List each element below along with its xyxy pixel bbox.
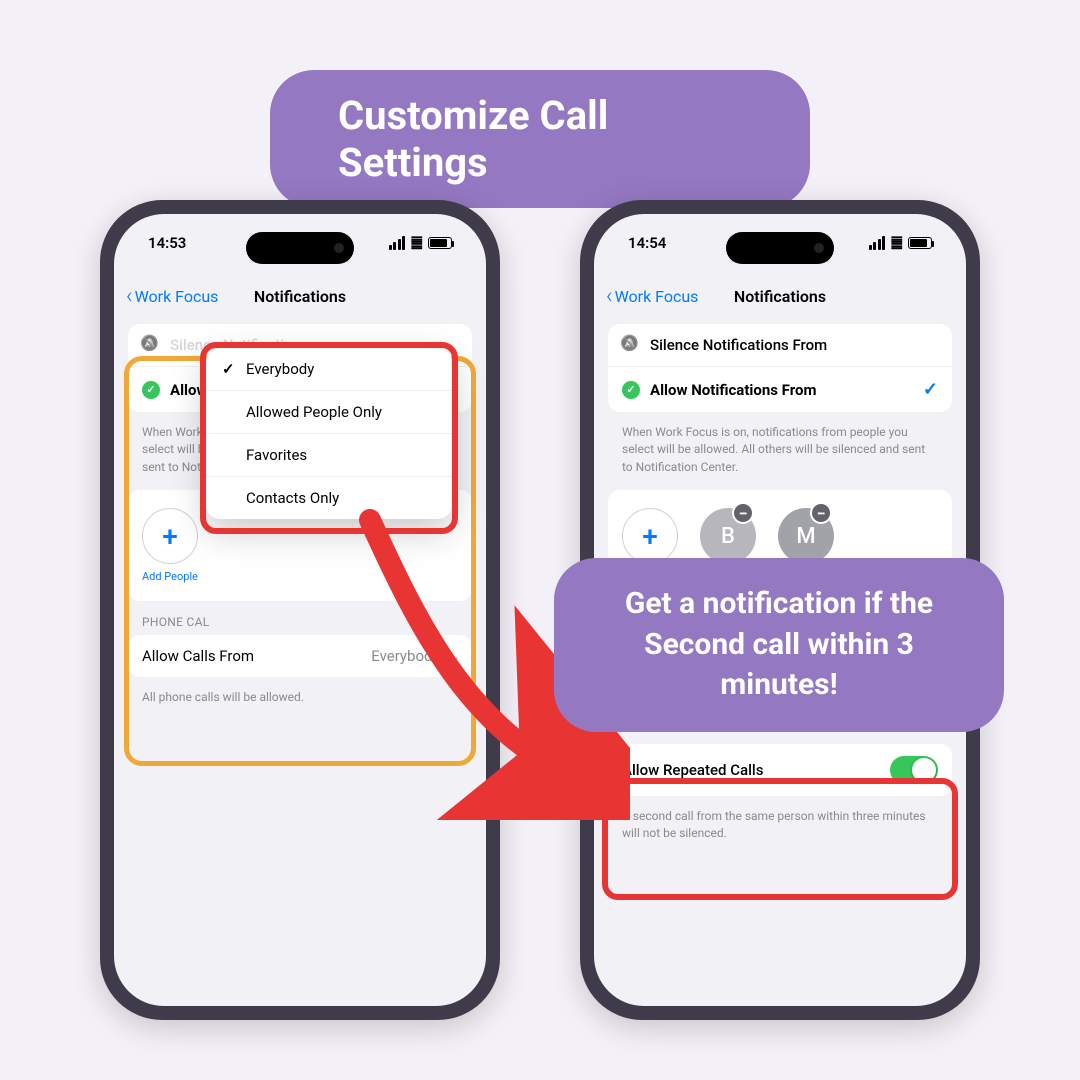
- status-bar: 14:54 ䷀: [594, 234, 966, 252]
- allow-calls-value: Everybody ⌃⌄: [371, 647, 458, 665]
- back-label: Work Focus: [135, 287, 219, 306]
- popup-label: Favorites: [246, 446, 307, 464]
- allow-calls-card: Allow Calls From Everybody ⌃⌄: [128, 635, 472, 677]
- popup-option-contacts[interactable]: Contacts Only: [206, 477, 452, 519]
- status-time: 14:53: [148, 234, 186, 252]
- cellular-icon: [869, 236, 886, 250]
- add-people-slot[interactable]: + Add People: [142, 508, 198, 583]
- allow-calls-helper: All phone calls will be allowed.: [128, 685, 472, 720]
- bell-slash-icon: [142, 336, 160, 354]
- phone-mock-left: 14:53 ䷀ ‹ Work Focus Notifications Silen…: [100, 200, 500, 1020]
- check-badge-icon: ✓: [142, 381, 160, 399]
- popup-label: Allowed People Only: [246, 403, 382, 421]
- phone-calls-header: PHONE CAL: [128, 601, 472, 635]
- back-button[interactable]: ‹ Work Focus: [606, 284, 698, 309]
- plus-circle-icon: +: [142, 508, 198, 564]
- allow-helper: When Work Focus is on, notifications fro…: [608, 420, 952, 490]
- cellular-icon: [389, 236, 406, 250]
- checkmark-icon: ✓: [923, 379, 938, 400]
- screen-left: 14:53 ䷀ ‹ Work Focus Notifications Silen…: [114, 214, 486, 1006]
- person-m[interactable]: − M: [778, 508, 834, 564]
- checkmark-icon: ✓: [222, 360, 236, 378]
- check-badge-icon: ✓: [622, 381, 640, 399]
- popup-option-everybody[interactable]: ✓ Everybody: [206, 348, 452, 391]
- silence-label: Silence Notifications From: [650, 336, 938, 354]
- battery-icon: [428, 237, 452, 249]
- notif-mode-card: Silence Notifications From ✓ Allow Notif…: [608, 324, 952, 412]
- silence-row[interactable]: Silence Notifications From: [608, 324, 952, 367]
- wifi-icon: ䷀: [410, 235, 423, 251]
- allow-calls-row[interactable]: Allow Calls From Everybody ⌃⌄: [128, 635, 472, 677]
- repeated-calls-toggle[interactable]: [890, 756, 938, 784]
- nav-title: Notifications: [734, 287, 826, 306]
- remove-badge-icon[interactable]: −: [732, 502, 754, 524]
- status-time: 14:54: [628, 234, 666, 252]
- back-button[interactable]: ‹ Work Focus: [126, 284, 218, 309]
- remove-badge-icon[interactable]: −: [810, 502, 832, 524]
- chevron-left-icon: ‹: [126, 284, 133, 309]
- status-bar: 14:53 ䷀: [114, 234, 486, 252]
- nav-bar: ‹ Work Focus Notifications: [594, 274, 966, 318]
- wifi-icon: ䷀: [890, 235, 903, 251]
- status-right: ䷀: [389, 234, 452, 252]
- repeated-calls-row[interactable]: Allow Repeated Calls: [608, 744, 952, 796]
- plus-circle-icon: +: [622, 508, 678, 564]
- person-b[interactable]: − B: [700, 508, 756, 564]
- add-people-slot[interactable]: +: [622, 508, 678, 564]
- nav-title: Notifications: [254, 287, 346, 306]
- battery-icon: [908, 237, 932, 249]
- callout-bubble: Get a notification if the Second call wi…: [554, 558, 1004, 732]
- status-right: ䷀: [869, 234, 932, 252]
- popup-option-favorites[interactable]: Favorites: [206, 434, 452, 477]
- allow-label: Allow Notifications From: [650, 381, 913, 399]
- popup-option-allowed[interactable]: Allowed People Only: [206, 391, 452, 434]
- repeated-calls-helper: A second call from the same person withi…: [608, 804, 952, 857]
- calls-popup-menu: ✓ Everybody Allowed People Only Favorite…: [206, 348, 452, 519]
- popup-label: Contacts Only: [246, 489, 339, 507]
- back-label: Work Focus: [615, 287, 699, 306]
- bell-slash-icon: [622, 336, 640, 354]
- nav-bar: ‹ Work Focus Notifications: [114, 274, 486, 318]
- add-people-label: Add People: [142, 570, 198, 583]
- repeated-calls-card: Allow Repeated Calls: [608, 744, 952, 796]
- repeated-calls-label: Allow Repeated Calls: [622, 761, 880, 779]
- popup-label: Everybody: [246, 360, 314, 378]
- allow-calls-label: Allow Calls From: [142, 647, 254, 665]
- updown-icon: ⌃⌄: [444, 650, 458, 663]
- allow-row[interactable]: ✓ Allow Notifications From ✓: [608, 367, 952, 412]
- chevron-left-icon: ‹: [606, 284, 613, 309]
- page-title-pill: Customize Call Settings: [270, 70, 810, 208]
